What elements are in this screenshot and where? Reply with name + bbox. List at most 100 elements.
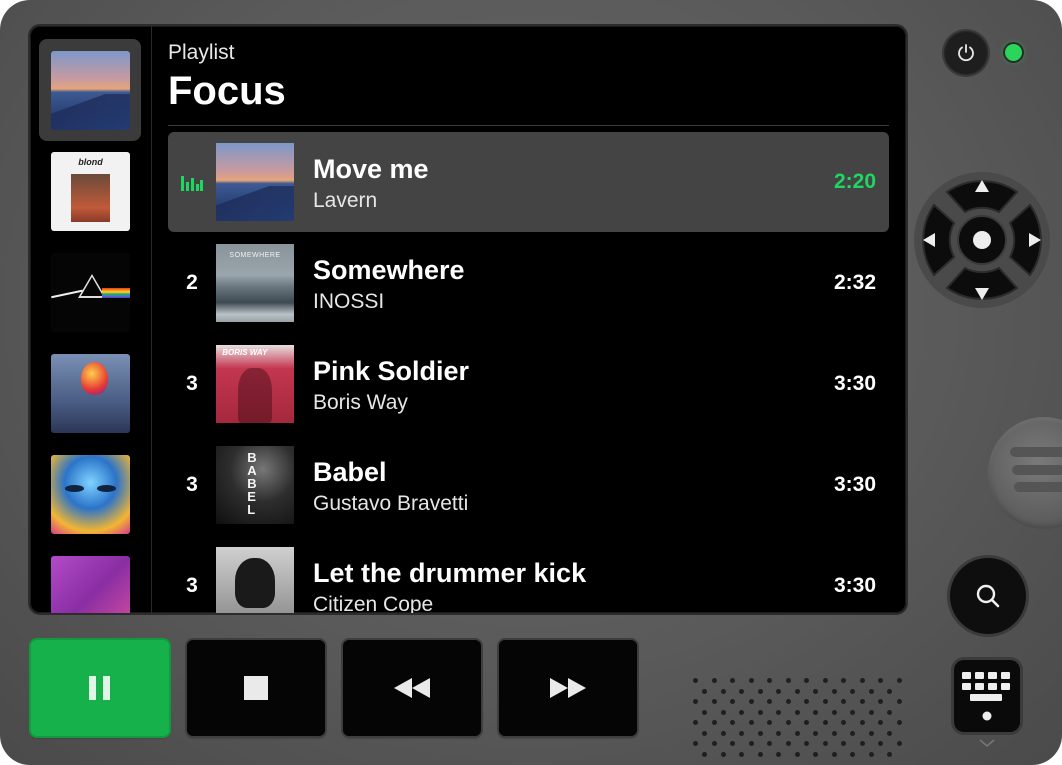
speaker-hole <box>693 720 698 725</box>
speaker-hole <box>859 678 865 683</box>
track-title: Babel <box>313 457 387 487</box>
track-row[interactable]: 2 SOMEWHERE Somewhere INOSSI 2:32 <box>168 233 889 333</box>
speaker-hole <box>693 699 698 704</box>
speaker-hole <box>887 751 893 757</box>
speaker-hole <box>730 720 735 725</box>
album-art-blond: blond <box>51 152 130 231</box>
sidebar-item-album-balloon[interactable] <box>51 354 130 433</box>
speaker-hole <box>896 678 902 683</box>
speaker-hole <box>702 688 708 694</box>
speaker-hole <box>767 678 772 683</box>
dpad-down-button[interactable] <box>953 270 1011 310</box>
album-art-face <box>51 455 130 534</box>
track-duration: 2:20 <box>833 170 876 193</box>
speaker-hole <box>868 730 874 736</box>
rewind-button[interactable] <box>343 640 481 736</box>
stop-button[interactable] <box>187 640 325 736</box>
track-title: Somewhere <box>313 255 465 285</box>
speaker-hole <box>813 688 819 694</box>
sidebar-item-album-blond[interactable]: blond <box>51 152 130 231</box>
track-duration: 3:30 <box>833 372 876 395</box>
speaker-hole <box>896 699 902 704</box>
track-row[interactable]: 3 BORIS WAY Pink Soldier Boris Way 3:30 <box>168 334 889 434</box>
speaker-hole <box>868 709 874 715</box>
rewind-icon <box>394 678 430 698</box>
speaker-hole <box>887 709 893 715</box>
speaker-hole <box>720 709 726 715</box>
speaker-hole <box>767 720 772 725</box>
speaker-hole <box>693 741 698 746</box>
sidebar-item-album-prism[interactable] <box>51 253 130 332</box>
speaker-hole <box>794 709 800 715</box>
speaker-hole <box>757 688 763 694</box>
speaker-hole <box>822 699 828 704</box>
dpad-up-button[interactable] <box>953 170 1011 210</box>
speaker-hole <box>831 730 837 736</box>
sidebar-item-album-mountain[interactable] <box>51 51 130 130</box>
sidebar-item-album-face[interactable] <box>51 455 130 534</box>
speaker-hole <box>785 678 791 683</box>
speaker-hole <box>739 751 745 757</box>
sidebar-item-album-pink[interactable] <box>51 556 130 613</box>
device-frame: blond Playlist Focus Move me Lavern 2:20… <box>0 0 1062 765</box>
dpad-right-button[interactable] <box>1011 210 1051 270</box>
speaker-hole <box>776 688 782 694</box>
track-row-playing[interactable]: Move me Lavern 2:20 <box>168 132 889 232</box>
speaker-hole <box>730 699 735 704</box>
track-number: 3 <box>186 473 198 496</box>
speaker-hole <box>739 730 745 736</box>
speaker-hole <box>711 699 717 704</box>
dpad-left-button[interactable] <box>913 210 953 270</box>
play-pause-button[interactable] <box>31 640 169 736</box>
speaker-hole <box>896 741 902 746</box>
pause-icon <box>89 676 110 700</box>
speaker-hole <box>813 730 819 736</box>
track-title: Let the drummer kick <box>313 558 587 588</box>
track-cover: BABEL <box>216 446 294 524</box>
track-row[interactable]: 3 BABEL Babel Gustavo Bravetti 3:30 <box>168 435 889 535</box>
speaker-hole <box>785 741 791 746</box>
speaker-hole <box>785 699 791 704</box>
track-number: 2 <box>186 271 198 294</box>
speaker-hole <box>748 699 754 704</box>
speaker-hole <box>822 678 828 683</box>
speaker-hole <box>757 709 763 715</box>
speaker-hole <box>767 741 772 746</box>
speaker-hole <box>757 730 763 736</box>
album-art-pink <box>51 556 130 613</box>
speaker-hole <box>831 751 837 757</box>
album-art-blond-text: blond <box>78 156 103 167</box>
album-art-balloon <box>51 354 130 433</box>
search-button[interactable] <box>950 558 1026 634</box>
dpad-center-button[interactable] <box>958 216 1006 264</box>
speaker-hole <box>841 720 846 725</box>
track-cover-text: SOMEWHERE <box>229 251 281 259</box>
speaker-hole <box>822 741 828 746</box>
track-artist: INOSSI <box>313 290 385 313</box>
power-icon <box>958 44 974 62</box>
speaker-hole <box>711 678 717 683</box>
speaker-hole <box>859 699 865 704</box>
speaker-hole <box>859 741 865 746</box>
speaker-hole <box>702 751 708 757</box>
speaker-hole <box>702 709 708 715</box>
speaker-hole <box>822 720 828 725</box>
speaker-hole <box>804 720 809 725</box>
speaker-hole <box>804 741 809 746</box>
speaker-hole <box>748 741 754 746</box>
keyboard-icon <box>962 672 1010 721</box>
speaker-hole <box>711 741 717 746</box>
power-button[interactable] <box>944 31 988 75</box>
keyboard-button[interactable] <box>954 660 1020 732</box>
fast-forward-button[interactable] <box>499 640 637 736</box>
track-title: Pink Soldier <box>313 356 470 386</box>
track-duration: 3:30 <box>833 574 876 597</box>
track-row[interactable]: 3 Let the drummer kick Citizen Cope 3:30 <box>168 536 889 613</box>
speaker-hole <box>730 678 735 683</box>
speaker-hole <box>850 730 856 736</box>
speaker-hole <box>813 709 819 715</box>
page-title: Focus <box>168 69 286 113</box>
playlist-label: Playlist <box>168 41 235 64</box>
speaker-grille <box>693 678 911 758</box>
speaker-hole <box>757 751 763 757</box>
